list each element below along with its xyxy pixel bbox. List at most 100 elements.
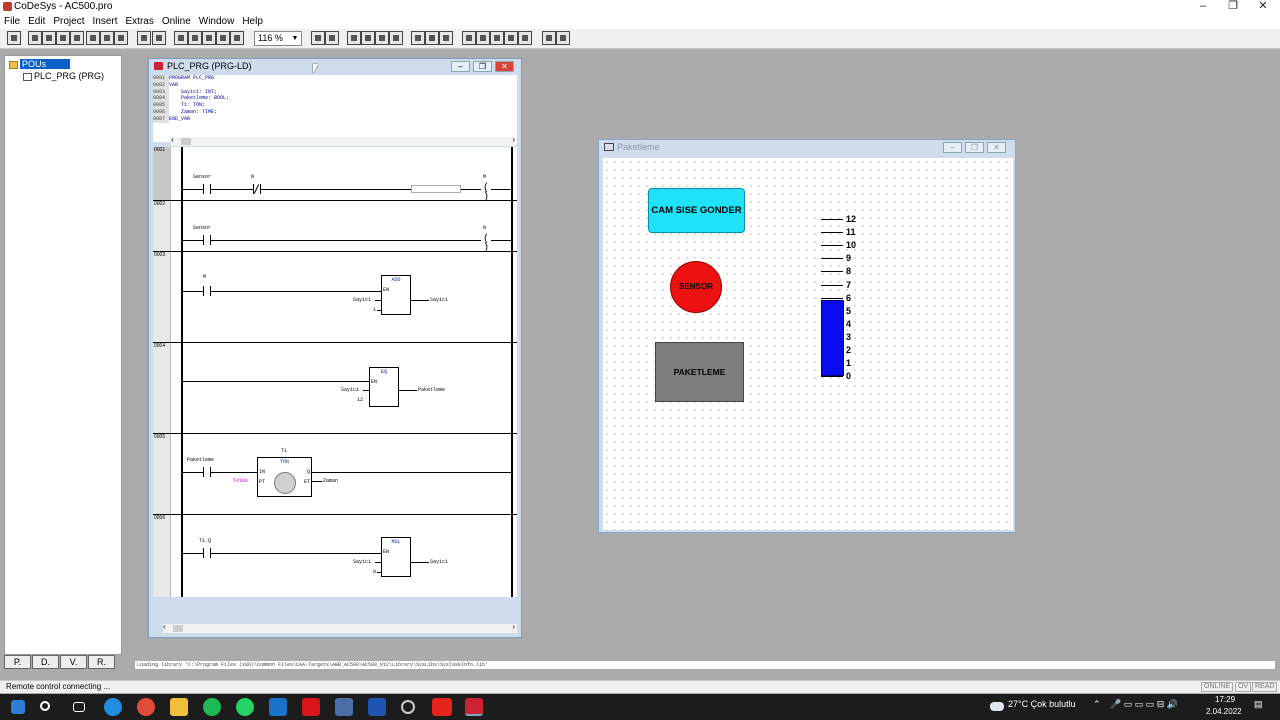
menu-project[interactable]: Project (49, 14, 88, 29)
file-explorer-icon[interactable] (170, 698, 188, 716)
start-icon[interactable] (11, 700, 25, 714)
contact-no[interactable] (203, 467, 211, 477)
jump-icon[interactable] (411, 31, 425, 45)
cam-sise-gonder-button[interactable]: CAM SISE GONDER (648, 188, 745, 233)
declaration-editor[interactable]: 0001 PROGRAM PLC_PRG 0002 VAR 0003 Sayici:… (153, 75, 517, 142)
visu-maximize-button[interactable]: ❐ (965, 142, 984, 153)
spotify-icon[interactable] (203, 698, 221, 716)
zoom-select[interactable]: 116 % ▼ (254, 31, 302, 46)
parallel-contact-icon[interactable] (361, 31, 375, 45)
coil-icon[interactable] (389, 31, 403, 45)
delete-icon[interactable] (216, 31, 230, 45)
fb-eq[interactable]: EQ EN (369, 367, 399, 407)
tab-visualizations[interactable]: V. (60, 655, 87, 669)
codesys-icon[interactable] (465, 698, 483, 716)
sensor-lamp[interactable]: SENSOR (670, 261, 722, 313)
task-view-icon[interactable] (73, 702, 85, 712)
login-icon[interactable] (28, 31, 42, 45)
editor-maximize-button[interactable]: ❐ (473, 61, 492, 72)
rung-number[interactable]: 0001 (153, 147, 171, 200)
contact-nc[interactable] (253, 184, 261, 194)
minimize-button[interactable]: – (1192, 0, 1214, 14)
copy-icon[interactable] (188, 31, 202, 45)
ladder-editor[interactable]: 0001 Sensor N M ( ) 0002 Sensor N ( ) 00… (153, 147, 517, 597)
save-icon[interactable] (7, 31, 21, 45)
mail-icon[interactable] (269, 698, 287, 716)
menu-window[interactable]: Window (195, 14, 239, 29)
tray-icons[interactable]: 🎤 ▭ ▭ ▭ ⊟ 🔊 (1110, 699, 1178, 710)
tab-resources[interactable]: R. (88, 655, 115, 669)
contact-no[interactable] (203, 548, 211, 558)
menu-online[interactable]: Online (158, 14, 195, 29)
set-icon[interactable] (462, 31, 476, 45)
tab-datatypes[interactable]: D. (32, 655, 59, 669)
clock-app-icon[interactable] (401, 700, 415, 714)
network-icon[interactable] (311, 31, 325, 45)
tree-pous[interactable]: POUs (9, 59, 71, 69)
find-icon[interactable] (137, 31, 151, 45)
step-icon[interactable] (70, 31, 84, 45)
clock-date[interactable]: 2.04.2022 (1206, 707, 1242, 716)
percent-icon[interactable] (556, 31, 570, 45)
label-icon[interactable] (518, 31, 532, 45)
negate-icon[interactable] (439, 31, 453, 45)
paste-icon[interactable] (202, 31, 216, 45)
editor-close-button[interactable]: ✕ (495, 61, 514, 72)
visu-minimize-button[interactable]: – (943, 142, 962, 153)
menu-edit[interactable]: Edit (24, 14, 49, 29)
rung-number[interactable]: 0002 (153, 201, 171, 251)
netflix-icon[interactable] (302, 698, 320, 716)
notification-icon[interactable]: ▤ (1254, 699, 1263, 710)
tree-plc-prg[interactable]: PLC_PRG (PRG) (23, 71, 104, 81)
visu-close-button[interactable]: ✕ (987, 142, 1006, 153)
contact-no[interactable] (203, 286, 211, 296)
word-icon[interactable] (368, 698, 386, 716)
chevron-up-icon[interactable]: ⌃ (1093, 699, 1101, 710)
pen-icon[interactable] (542, 31, 556, 45)
menu-extras[interactable]: Extras (122, 14, 158, 29)
rung-number[interactable]: 0005 (153, 434, 171, 514)
decl-scrollbar[interactable]: ‹ › (171, 135, 517, 146)
comment-icon[interactable] (325, 31, 339, 45)
rung-number[interactable]: 0006 (153, 515, 171, 597)
box-icon[interactable] (490, 31, 504, 45)
clock-time[interactable]: 17:29 (1215, 695, 1235, 704)
return-icon[interactable] (425, 31, 439, 45)
menu-file[interactable]: File (0, 14, 24, 29)
edge-icon[interactable] (504, 31, 518, 45)
contact-icon[interactable] (347, 31, 361, 45)
tab-pous[interactable]: P. (4, 655, 31, 669)
coil[interactable]: ( ) (481, 184, 491, 203)
contact-no[interactable] (203, 235, 211, 245)
print-icon[interactable] (230, 31, 244, 45)
contact-no[interactable] (203, 184, 211, 194)
rung-number[interactable]: 0004 (153, 343, 171, 433)
replace-icon[interactable] (152, 31, 166, 45)
fb-add[interactable]: ADD EN (381, 275, 411, 315)
fb-mul[interactable]: MUL EN (381, 537, 411, 577)
fb-icon[interactable] (375, 31, 389, 45)
cut-icon[interactable] (174, 31, 188, 45)
maximize-button[interactable]: ❐ (1222, 0, 1244, 14)
coil[interactable]: ( ) (481, 235, 491, 254)
write-icon[interactable] (100, 31, 114, 45)
reset-icon[interactable] (476, 31, 490, 45)
whatsapp-icon[interactable] (236, 698, 254, 716)
chrome-icon[interactable] (137, 698, 155, 716)
rung-number[interactable]: 0003 (153, 252, 171, 342)
ladder-scrollbar[interactable]: ‹ › (163, 622, 517, 633)
close-button[interactable]: ✕ (1252, 0, 1274, 14)
menu-help[interactable]: Help (238, 14, 267, 29)
weather-text[interactable]: 27°C Çok bulutlu (1008, 699, 1076, 709)
stop-icon[interactable] (42, 31, 56, 45)
edge-icon[interactable] (104, 698, 122, 716)
breakpoint-icon[interactable] (86, 31, 100, 45)
search-icon[interactable] (40, 701, 50, 711)
force-icon[interactable] (114, 31, 128, 45)
fb-ton[interactable]: TON IN PT Q ET (257, 457, 312, 497)
abb-icon[interactable] (432, 698, 452, 716)
menu-insert[interactable]: Insert (88, 14, 121, 29)
app-icon-generic[interactable] (335, 698, 353, 716)
editor-minimize-button[interactable]: – (451, 61, 470, 72)
run-icon[interactable] (56, 31, 70, 45)
